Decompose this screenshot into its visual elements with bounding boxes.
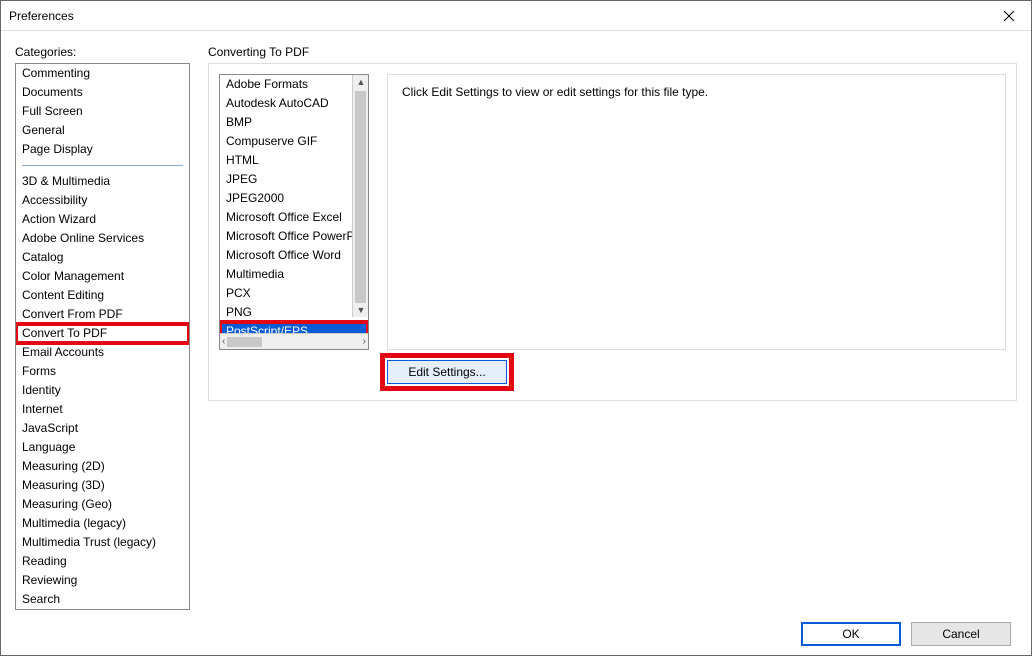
settings-pane: Click Edit Settings to view or edit sett…: [387, 74, 1006, 384]
category-item[interactable]: Content Editing: [16, 286, 189, 305]
category-item[interactable]: Reading: [16, 552, 189, 571]
categories-column: Categories: CommentingDocumentsFull Scre…: [15, 45, 190, 610]
category-item[interactable]: JavaScript: [16, 419, 189, 438]
scroll-up-icon[interactable]: ▲: [353, 75, 368, 89]
category-item[interactable]: Accessibility: [16, 191, 189, 210]
filetype-item[interactable]: Multimedia: [220, 265, 368, 284]
cancel-label: Cancel: [942, 627, 979, 641]
filetype-item[interactable]: Microsoft Office PowerPoint: [220, 227, 368, 246]
category-item[interactable]: Identity: [16, 381, 189, 400]
settings-column: Converting To PDF Adobe FormatsAutodesk …: [208, 45, 1017, 610]
preferences-dialog: Preferences Categories: CommentingDocume…: [0, 0, 1032, 656]
vscroll-thumb[interactable]: [355, 91, 366, 311]
settings-description-box: Click Edit Settings to view or edit sett…: [387, 74, 1006, 350]
filetype-item[interactable]: JPEG: [220, 170, 368, 189]
filetype-item[interactable]: PNG: [220, 303, 368, 322]
category-item[interactable]: Page Display: [16, 140, 189, 159]
category-item[interactable]: Forms: [16, 362, 189, 381]
dialog-footer: OK Cancel: [15, 610, 1017, 646]
category-item[interactable]: Color Management: [16, 267, 189, 286]
ok-label: OK: [842, 627, 859, 641]
category-item[interactable]: Measuring (2D): [16, 457, 189, 476]
category-item[interactable]: Commenting: [16, 64, 189, 83]
category-item[interactable]: Measuring (Geo): [16, 495, 189, 514]
filetype-item[interactable]: Autodesk AutoCAD: [220, 94, 368, 113]
filetype-list[interactable]: Adobe FormatsAutodesk AutoCADBMPCompuser…: [220, 75, 368, 333]
category-item[interactable]: Convert From PDF: [16, 305, 189, 324]
category-item[interactable]: General: [16, 121, 189, 140]
edit-settings-button[interactable]: Edit Settings...: [387, 360, 507, 384]
filetype-item[interactable]: PCX: [220, 284, 368, 303]
window-title: Preferences: [9, 9, 74, 23]
filetype-hscrollbar[interactable]: ‹ ›: [220, 333, 368, 349]
cancel-button[interactable]: Cancel: [911, 622, 1011, 646]
category-item[interactable]: Measuring (3D): [16, 476, 189, 495]
filetype-list-box: Adobe FormatsAutodesk AutoCADBMPCompuser…: [219, 74, 369, 350]
converting-group: Adobe FormatsAutodesk AutoCADBMPCompuser…: [208, 63, 1017, 401]
close-button[interactable]: [986, 1, 1031, 30]
category-divider: [22, 165, 183, 166]
category-item[interactable]: Multimedia Trust (legacy): [16, 533, 189, 552]
settings-hint-text: Click Edit Settings to view or edit sett…: [402, 85, 708, 99]
category-item[interactable]: Email Accounts: [16, 343, 189, 362]
filetype-vscrollbar[interactable]: ▲ ▼: [352, 75, 368, 317]
category-item[interactable]: Adobe Online Services: [16, 229, 189, 248]
edit-settings-label: Edit Settings...: [408, 365, 485, 379]
category-item[interactable]: Reviewing: [16, 571, 189, 590]
filetype-item[interactable]: Compuserve GIF: [220, 132, 368, 151]
filetype-item[interactable]: HTML: [220, 151, 368, 170]
filetype-item[interactable]: PostScript/EPS: [220, 322, 368, 333]
category-item[interactable]: Internet: [16, 400, 189, 419]
main-area: Categories: CommentingDocumentsFull Scre…: [15, 45, 1017, 610]
category-item[interactable]: Search: [16, 590, 189, 609]
category-item[interactable]: Convert To PDF: [16, 324, 189, 343]
category-item[interactable]: Catalog: [16, 248, 189, 267]
filetype-item[interactable]: BMP: [220, 113, 368, 132]
hscroll-thumb[interactable]: [227, 337, 262, 347]
filetype-item[interactable]: Microsoft Office Excel: [220, 208, 368, 227]
categories-label: Categories:: [15, 45, 190, 59]
category-item[interactable]: Language: [16, 438, 189, 457]
category-item[interactable]: Multimedia (legacy): [16, 514, 189, 533]
dialog-content: Categories: CommentingDocumentsFull Scre…: [1, 31, 1031, 656]
category-item[interactable]: Action Wizard: [16, 210, 189, 229]
category-item[interactable]: Full Screen: [16, 102, 189, 121]
ok-button[interactable]: OK: [801, 622, 901, 646]
scroll-left-icon[interactable]: ‹: [222, 336, 225, 347]
close-icon: [1003, 10, 1015, 22]
group-label: Converting To PDF: [208, 45, 1017, 59]
categories-list[interactable]: CommentingDocumentsFull ScreenGeneralPag…: [15, 63, 190, 610]
titlebar: Preferences: [1, 1, 1031, 31]
scroll-down-icon[interactable]: ▼: [353, 303, 368, 317]
category-item[interactable]: Documents: [16, 83, 189, 102]
filetype-item[interactable]: Microsoft Office Word: [220, 246, 368, 265]
category-item[interactable]: 3D & Multimedia: [16, 172, 189, 191]
scroll-right-icon[interactable]: ›: [363, 336, 366, 347]
filetype-item[interactable]: JPEG2000: [220, 189, 368, 208]
filetype-item[interactable]: Adobe Formats: [220, 75, 368, 94]
